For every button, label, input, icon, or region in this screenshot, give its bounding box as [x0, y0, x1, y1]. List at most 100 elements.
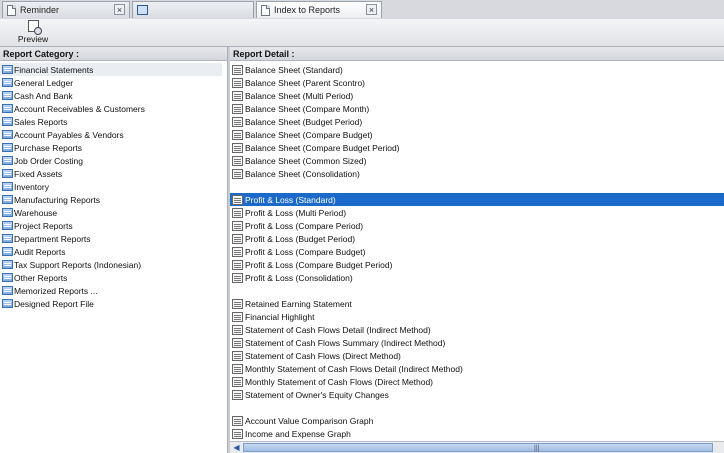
- category-item[interactable]: Purchase Reports: [0, 141, 222, 154]
- report-item[interactable]: Statement of Cash Flows (Direct Method): [230, 349, 724, 362]
- tab-bar: Reminder × Index to Reports ×: [0, 0, 724, 20]
- category-item[interactable]: Project Reports: [0, 219, 222, 232]
- report-icon: [232, 194, 243, 205]
- report-item[interactable]: Account Value Comparison Graph: [230, 414, 724, 427]
- report-item[interactable]: Monthly Statement of Cash Flows Detail (…: [230, 362, 724, 375]
- report-category-list: Financial Statements General Ledger Cash A…: [0, 61, 227, 453]
- scrollbar-thumb[interactable]: |||: [243, 443, 713, 452]
- report-category-icon: [2, 299, 13, 308]
- category-item[interactable]: Sales Reports: [0, 115, 222, 128]
- category-item[interactable]: Job Order Costing: [0, 154, 222, 167]
- report-item[interactable]: Statement of Cash Flows Summary (Indirec…: [230, 336, 724, 349]
- report-category-icon: [2, 91, 13, 100]
- report-item[interactable]: Profit & Loss (Compare Budget Period): [230, 258, 724, 271]
- category-item[interactable]: Tax Support Reports (Indonesian): [0, 258, 222, 271]
- report-icon: [232, 64, 243, 75]
- category-label: Other Reports: [14, 272, 68, 283]
- report-label: Profit & Loss (Budget Period): [245, 233, 356, 244]
- report-item[interactable]: Profit & Loss (Standard): [230, 193, 724, 206]
- report-label: Profit & Loss (Compare Period): [245, 220, 364, 231]
- report-item[interactable]: Balance Sheet (Consolidation): [230, 167, 724, 180]
- report-label: Financial Highlight: [245, 311, 315, 322]
- category-item[interactable]: Cash And Bank: [0, 89, 222, 102]
- tab-window[interactable]: [132, 1, 254, 18]
- document-icon: [7, 4, 16, 16]
- report-item[interactable]: Balance Sheet (Compare Budget Period): [230, 141, 724, 154]
- report-icon: [232, 350, 243, 361]
- report-icon: [232, 415, 243, 426]
- report-item[interactable]: Profit & Loss (Budget Period): [230, 232, 724, 245]
- category-label: Tax Support Reports (Indonesian): [14, 259, 142, 270]
- report-item[interactable]: Monthly Statement of Cash Flows (Direct …: [230, 375, 724, 388]
- preview-button[interactable]: Preview: [16, 20, 50, 45]
- category-item[interactable]: General Ledger: [0, 76, 222, 89]
- horizontal-scrollbar[interactable]: ◀ |||: [230, 441, 724, 453]
- category-item[interactable]: Inventory: [0, 180, 222, 193]
- report-item[interactable]: Profit & Loss (Compare Budget): [230, 245, 724, 258]
- category-item[interactable]: Financial Statements: [0, 63, 222, 76]
- report-item[interactable]: Balance Sheet (Compare Budget): [230, 128, 724, 141]
- report-item[interactable]: Balance Sheet (Compare Month): [230, 102, 724, 115]
- report-icon: [232, 155, 243, 166]
- report-category-icon: [2, 130, 13, 139]
- report-category-icon: [2, 286, 13, 295]
- document-icon: [261, 4, 270, 16]
- tab-label: Index to Reports: [274, 5, 341, 15]
- report-label: Profit & Loss (Consolidation): [245, 272, 353, 283]
- report-icon: [232, 272, 243, 283]
- category-item[interactable]: Memorized Reports ...: [0, 284, 222, 297]
- category-label: Manufacturing Reports: [14, 194, 100, 205]
- report-item[interactable]: Balance Sheet (Common Sized): [230, 154, 724, 167]
- report-icon: [232, 168, 243, 179]
- category-label: Purchase Reports: [14, 142, 83, 153]
- category-item[interactable]: Fixed Assets: [0, 167, 222, 180]
- report-item[interactable]: Balance Sheet (Multi Period): [230, 89, 724, 102]
- report-label: Balance Sheet (Common Sized): [245, 155, 367, 166]
- preview-icon: [27, 20, 42, 35]
- tab-index-to-reports[interactable]: Index to Reports ×: [256, 1, 382, 18]
- category-item[interactable]: Manufacturing Reports: [0, 193, 222, 206]
- report-item[interactable]: Balance Sheet (Standard): [230, 63, 724, 76]
- category-item[interactable]: Designed Report File: [0, 297, 222, 310]
- category-item[interactable]: Other Reports: [0, 271, 222, 284]
- close-icon[interactable]: ×: [366, 4, 377, 15]
- report-icon: [232, 259, 243, 270]
- category-item[interactable]: Account Receivables & Customers: [0, 102, 222, 115]
- report-item[interactable]: Statement of Cash Flows Detail (Indirect…: [230, 323, 724, 336]
- report-item[interactable]: Financial Highlight: [230, 310, 724, 323]
- report-item[interactable]: Retained Earning Statement: [230, 297, 724, 310]
- report-item[interactable]: Profit & Loss (Consolidation): [230, 271, 724, 284]
- report-icon: [232, 220, 243, 231]
- category-label: Account Payables & Vendors: [14, 129, 124, 140]
- category-label: Cash And Bank: [14, 90, 73, 101]
- report-label: Profit & Loss (Compare Budget Period): [245, 259, 393, 270]
- toolbar: Preview: [0, 19, 724, 47]
- report-category-icon: [2, 182, 13, 191]
- report-icon: [232, 77, 243, 88]
- category-item[interactable]: Warehouse: [0, 206, 222, 219]
- scroll-left-icon[interactable]: ◀: [232, 443, 241, 452]
- grip-icon: |||: [534, 445, 540, 452]
- category-item[interactable]: Account Payables & Vendors: [0, 128, 222, 141]
- close-icon[interactable]: ×: [114, 4, 125, 15]
- report-label: Balance Sheet (Budget Period): [245, 116, 363, 127]
- category-item[interactable]: Audit Reports: [0, 245, 222, 258]
- report-item[interactable]: Balance Sheet (Budget Period): [230, 115, 724, 128]
- report-item[interactable]: Income and Expense Graph: [230, 427, 724, 440]
- report-item[interactable]: Profit & Loss (Multi Period): [230, 206, 724, 219]
- category-item[interactable]: Department Reports: [0, 232, 222, 245]
- report-label: Monthly Statement of Cash Flows Detail (…: [245, 363, 463, 374]
- report-label: Statement of Cash Flows Summary (Indirec…: [245, 337, 446, 348]
- report-icon: [232, 311, 243, 322]
- report-item[interactable]: Balance Sheet (Parent Scontro): [230, 76, 724, 89]
- report-item[interactable]: Profit & Loss (Compare Period): [230, 219, 724, 232]
- tab-reminder[interactable]: Reminder ×: [2, 1, 130, 18]
- report-item[interactable]: Statement of Owner's Equity Changes: [230, 388, 724, 401]
- report-category-icon: [2, 169, 13, 178]
- report-icon: [232, 142, 243, 153]
- report-label: Profit & Loss (Multi Period): [245, 207, 347, 218]
- category-label: Sales Reports: [14, 116, 68, 127]
- category-label: Financial Statements: [14, 64, 94, 75]
- report-category-icon: [2, 208, 13, 217]
- report-icon: [232, 207, 243, 218]
